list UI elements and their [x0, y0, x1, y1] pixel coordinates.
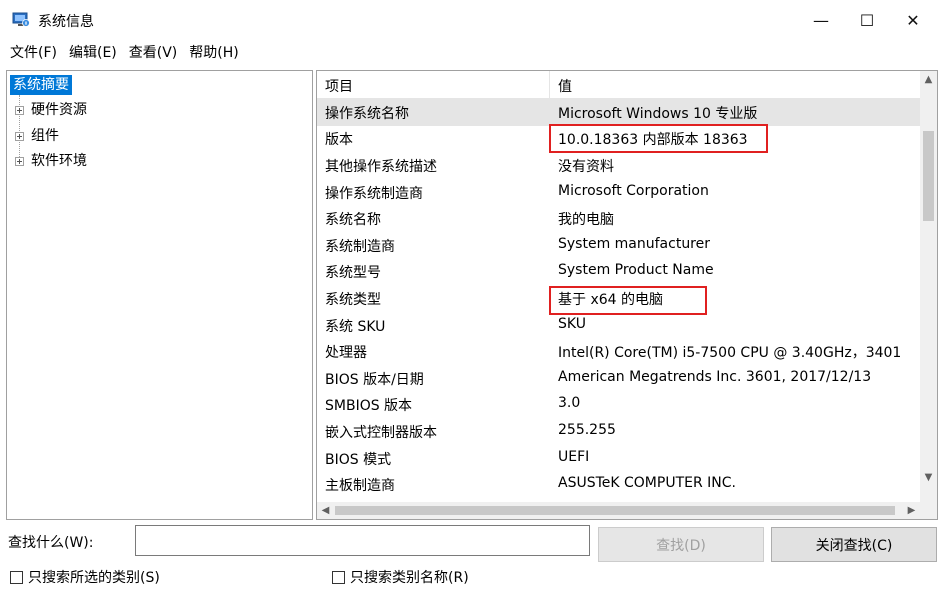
row-value: ASUSTeK COMPUTER INC. [558, 475, 736, 491]
horizontal-scrollbar[interactable]: ◀ ▶ [317, 502, 920, 519]
table-row[interactable]: 系统名称 我的电脑 [317, 205, 920, 232]
row-value: SKU [558, 316, 586, 332]
table-row[interactable]: 主板制造商 ASUSTeK COMPUTER INC. [317, 471, 920, 498]
close-button[interactable]: ✕ [890, 0, 936, 40]
column-divider[interactable] [549, 71, 550, 99]
row-item: SMBIOS 版本 [325, 398, 413, 414]
row-value: Intel(R) Core(TM) i5-7500 CPU @ 3.40GHz，… [558, 345, 902, 361]
tree-item-system-summary[interactable]: 系统摘要 [10, 75, 72, 95]
table-row[interactable]: 系统制造商 System manufacturer [317, 232, 920, 259]
tree-item-components[interactable]: 组件 [31, 126, 59, 146]
row-item: BIOS 模式 [325, 452, 392, 468]
row-item: 处理器 [325, 345, 367, 361]
row-value: 我的电脑 [558, 212, 614, 228]
row-value: Microsoft Windows 10 专业版 [558, 106, 758, 122]
column-header-value[interactable]: 值 [558, 76, 572, 96]
menu-help[interactable]: 帮助(H) [189, 42, 238, 62]
scroll-right-arrow-icon[interactable]: ▶ [903, 502, 920, 519]
row-value: 255.255 [558, 422, 616, 438]
table-row[interactable]: BIOS 模式 UEFI [317, 445, 920, 472]
vertical-scroll-thumb[interactable] [923, 131, 934, 221]
row-item: 系统型号 [325, 265, 381, 281]
table-row[interactable]: 处理器 Intel(R) Core(TM) i5-7500 CPU @ 3.40… [317, 338, 920, 365]
row-value: 3.0 [558, 395, 581, 411]
row-value: System manufacturer [558, 236, 711, 252]
table-row[interactable]: 系统 SKU SKU [317, 312, 920, 339]
vertical-scrollbar[interactable]: ▲ ▼ [920, 71, 937, 503]
tree-connector-line [19, 95, 20, 161]
row-item: 系统类型 [325, 292, 381, 308]
search-selected-category-label: 只搜索所选的类别(S) [28, 570, 160, 586]
menu-view[interactable]: 查看(V) [129, 42, 178, 62]
maximize-button[interactable]: ☐ [844, 0, 890, 40]
close-icon: ✕ [906, 10, 920, 30]
search-category-names-label: 只搜索类别名称(R) [350, 570, 469, 586]
expand-icon[interactable] [15, 106, 24, 115]
row-item: 操作系统制造商 [325, 186, 423, 202]
version-highlight-box [549, 124, 768, 153]
row-value: American Megatrends Inc. 3601, 2017/12/1… [558, 369, 872, 385]
table-row[interactable]: SMBIOS 版本 3.0 [317, 391, 920, 418]
menu-edit[interactable]: 编辑(E) [69, 42, 117, 62]
maximize-icon: ☐ [859, 10, 875, 30]
scrollbar-corner [920, 502, 937, 519]
system-type-highlight-box [549, 286, 707, 315]
search-selected-category-checkbox[interactable]: 只搜索所选的类别(S) [10, 567, 160, 587]
row-item: 其他操作系统描述 [325, 159, 437, 175]
menu-bar: 文件(F) 编辑(E) 查看(V) 帮助(H) [0, 40, 942, 64]
expand-icon[interactable] [15, 157, 24, 166]
minimize-button[interactable]: — [798, 0, 844, 40]
row-item: 系统制造商 [325, 239, 395, 255]
row-item: 嵌入式控制器版本 [325, 425, 437, 441]
table-row[interactable]: 嵌入式控制器版本 255.255 [317, 418, 920, 445]
expand-icon[interactable] [15, 132, 24, 141]
table-row[interactable]: 操作系统名称 Microsoft Windows 10 专业版 [317, 99, 920, 126]
row-item: 操作系统名称 [325, 106, 409, 122]
menu-file[interactable]: 文件(F) [10, 42, 57, 62]
row-value: Microsoft Corporation [558, 183, 709, 199]
list-header: 项目 值 [317, 71, 920, 99]
table-row[interactable]: BIOS 版本/日期 American Megatrends Inc. 3601… [317, 365, 920, 392]
row-value: UEFI [558, 449, 590, 465]
checkbox-icon[interactable] [332, 570, 345, 584]
title-bar: 系统信息 — ☐ ✕ [0, 0, 942, 40]
table-row[interactable]: 操作系统制造商 Microsoft Corporation [317, 179, 920, 206]
scroll-down-arrow-icon[interactable]: ▼ [920, 469, 937, 486]
details-list[interactable]: 项目 值 操作系统名称 Microsoft Windows 10 专业版 版本 … [316, 70, 938, 520]
table-row[interactable]: 系统型号 System Product Name [317, 258, 920, 285]
row-item: 系统 SKU [325, 319, 386, 335]
close-find-button[interactable]: 关闭查找(C) [771, 527, 937, 562]
scroll-left-arrow-icon[interactable]: ◀ [317, 502, 334, 519]
row-item: BIOS 版本/日期 [325, 372, 424, 388]
tree-item-hardware-resources[interactable]: 硬件资源 [31, 100, 87, 120]
row-value: System Product Name [558, 262, 714, 278]
scroll-up-arrow-icon[interactable]: ▲ [920, 71, 937, 88]
find-button[interactable]: 查找(D) [598, 527, 764, 562]
tree-item-software-environment[interactable]: 软件环境 [31, 151, 87, 171]
find-input[interactable] [135, 525, 590, 556]
horizontal-scroll-thumb[interactable] [335, 506, 895, 515]
system-info-app-icon [12, 12, 30, 27]
window-title: 系统信息 [38, 14, 94, 30]
column-header-item[interactable]: 项目 [325, 76, 353, 96]
minimize-icon: — [813, 10, 829, 30]
row-value: 没有资料 [558, 159, 614, 175]
search-category-names-checkbox[interactable]: 只搜索类别名称(R) [332, 567, 469, 587]
row-item: 系统名称 [325, 212, 381, 228]
category-tree[interactable]: 系统摘要 硬件资源 组件 软件环境 [6, 70, 313, 520]
find-label: 查找什么(W): [8, 535, 94, 551]
table-row[interactable]: 其他操作系统描述 没有资料 [317, 152, 920, 179]
row-item: 版本 [325, 132, 353, 148]
row-item: 主板制造商 [325, 478, 395, 494]
checkbox-icon[interactable] [10, 570, 23, 584]
